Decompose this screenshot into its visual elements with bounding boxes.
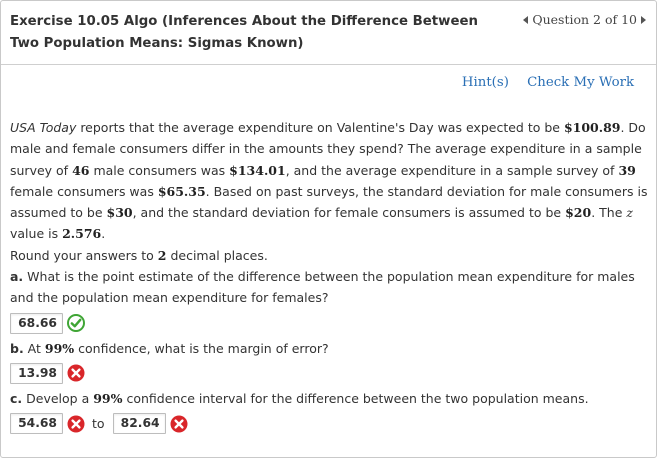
answer-a-row: 68.66 — [10, 312, 650, 334]
help-links: Hint(s) Check My Work — [448, 75, 634, 90]
confidence-level-b: 99% — [44, 340, 75, 356]
answer-b-row: 13.98 — [10, 362, 650, 384]
female-sample-size: 39 — [618, 162, 636, 178]
confidence-level-c: 99% — [93, 390, 123, 406]
question-a-label: a. — [10, 269, 24, 285]
female-average: $65.35 — [157, 183, 206, 199]
interval-to-label: to — [92, 416, 105, 432]
male-std-dev: $30 — [106, 205, 133, 221]
answer-c-row: 54.68 to 82.64 — [10, 413, 650, 435]
next-question-icon[interactable] — [641, 15, 646, 24]
exercise-panel: Exercise 10.05 Algo (Inferences About th… — [0, 0, 657, 458]
exercise-title: Exercise 10.05 Algo (Inferences About th… — [10, 14, 478, 51]
exercise-header: Exercise 10.05 Algo (Inferences About th… — [1, 1, 656, 65]
question-c: c. Develop a 99% confidence interval for… — [10, 390, 589, 406]
answer-c-lower-input[interactable]: 54.68 — [10, 413, 63, 435]
female-std-dev: $20 — [565, 205, 592, 221]
question-b-label: b. — [10, 340, 24, 356]
hints-link[interactable]: Hint(s) — [462, 75, 509, 90]
overall-average: $100.89 — [563, 120, 621, 135]
question-a: a. What is the point estimate of the dif… — [10, 266, 650, 309]
check-my-work-link[interactable]: Check My Work — [527, 75, 634, 90]
rounding-instruction: Round your answers to 2 decimal places. — [10, 247, 268, 263]
incorrect-x-icon — [67, 364, 85, 382]
answer-c-upper-input[interactable]: 82.64 — [112, 413, 166, 435]
z-variable: z — [626, 205, 633, 221]
correct-check-icon — [67, 314, 85, 333]
question-counter: Question 2 of 10 — [532, 12, 637, 27]
z-value: 2.576 — [62, 226, 102, 242]
question-a-text: What is the point estimate of the differ… — [10, 269, 635, 306]
answer-a-input[interactable]: 68.66 — [10, 312, 63, 334]
incorrect-x-icon — [67, 415, 85, 433]
problem-statement: USA Today reports that the average expen… — [10, 120, 648, 242]
question-navigation: Question 2 of 10 — [523, 12, 646, 27]
question-content: USA Today reports that the average expen… — [10, 117, 650, 439]
answer-b-input[interactable]: 13.98 — [10, 362, 63, 384]
incorrect-x-icon — [170, 415, 188, 433]
question-c-label: c. — [10, 390, 23, 406]
question-b: b. At 99% confidence, what is the margin… — [10, 340, 329, 356]
publication-name: USA Today — [10, 120, 77, 135]
male-average: $134.01 — [229, 162, 286, 178]
male-sample-size: 46 — [72, 162, 90, 178]
previous-question-icon[interactable] — [523, 15, 529, 24]
